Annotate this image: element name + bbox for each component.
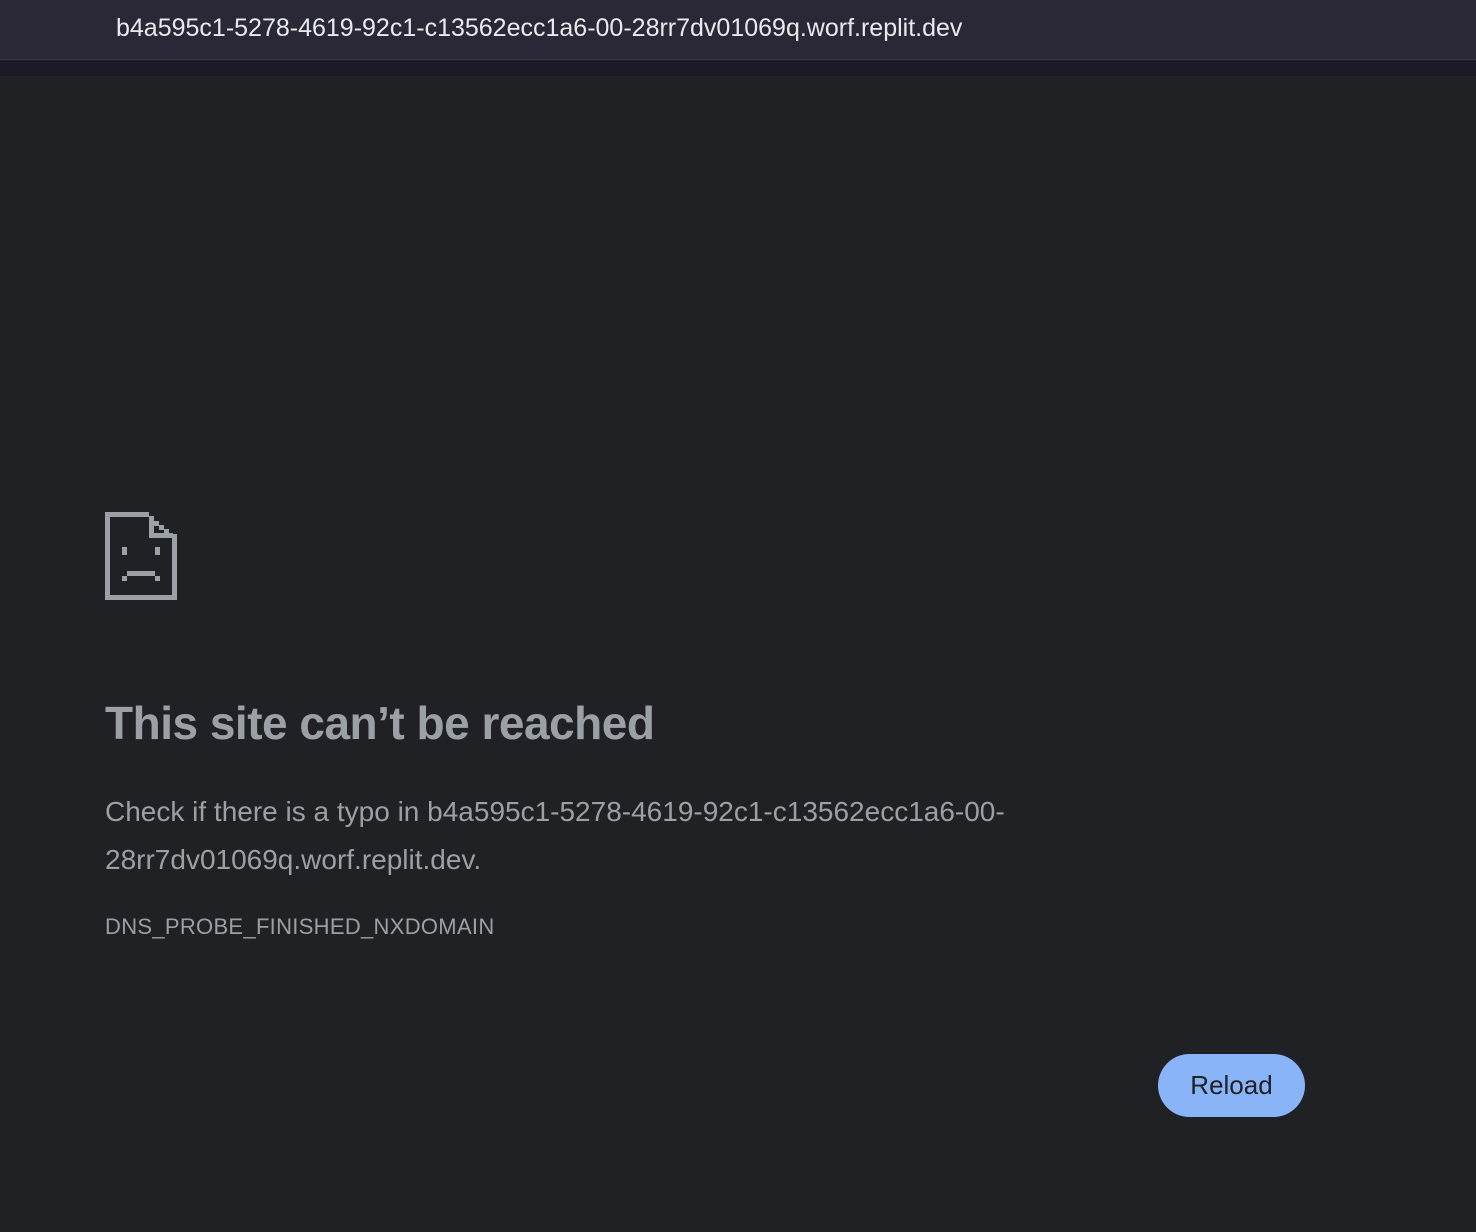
url-text[interactable]: b4a595c1-5278-4619-92c1-c13562ecc1a6-00-…: [116, 14, 962, 43]
error-headline: This site can’t be reached: [105, 697, 655, 749]
reload-button[interactable]: Reload: [1158, 1054, 1305, 1117]
message-suffix: .: [473, 844, 482, 875]
error-message: Check if there is a typo in b4a595c1-527…: [105, 788, 1185, 884]
address-bar[interactable]: b4a595c1-5278-4619-92c1-c13562ecc1a6-00-…: [0, 0, 1476, 60]
sad-page-icon: [105, 512, 177, 600]
toolbar-strip: [0, 60, 1476, 76]
error-code: DNS_PROBE_FINISHED_NXDOMAIN: [105, 914, 495, 939]
message-prefix: Check if there is a typo in: [105, 796, 428, 827]
